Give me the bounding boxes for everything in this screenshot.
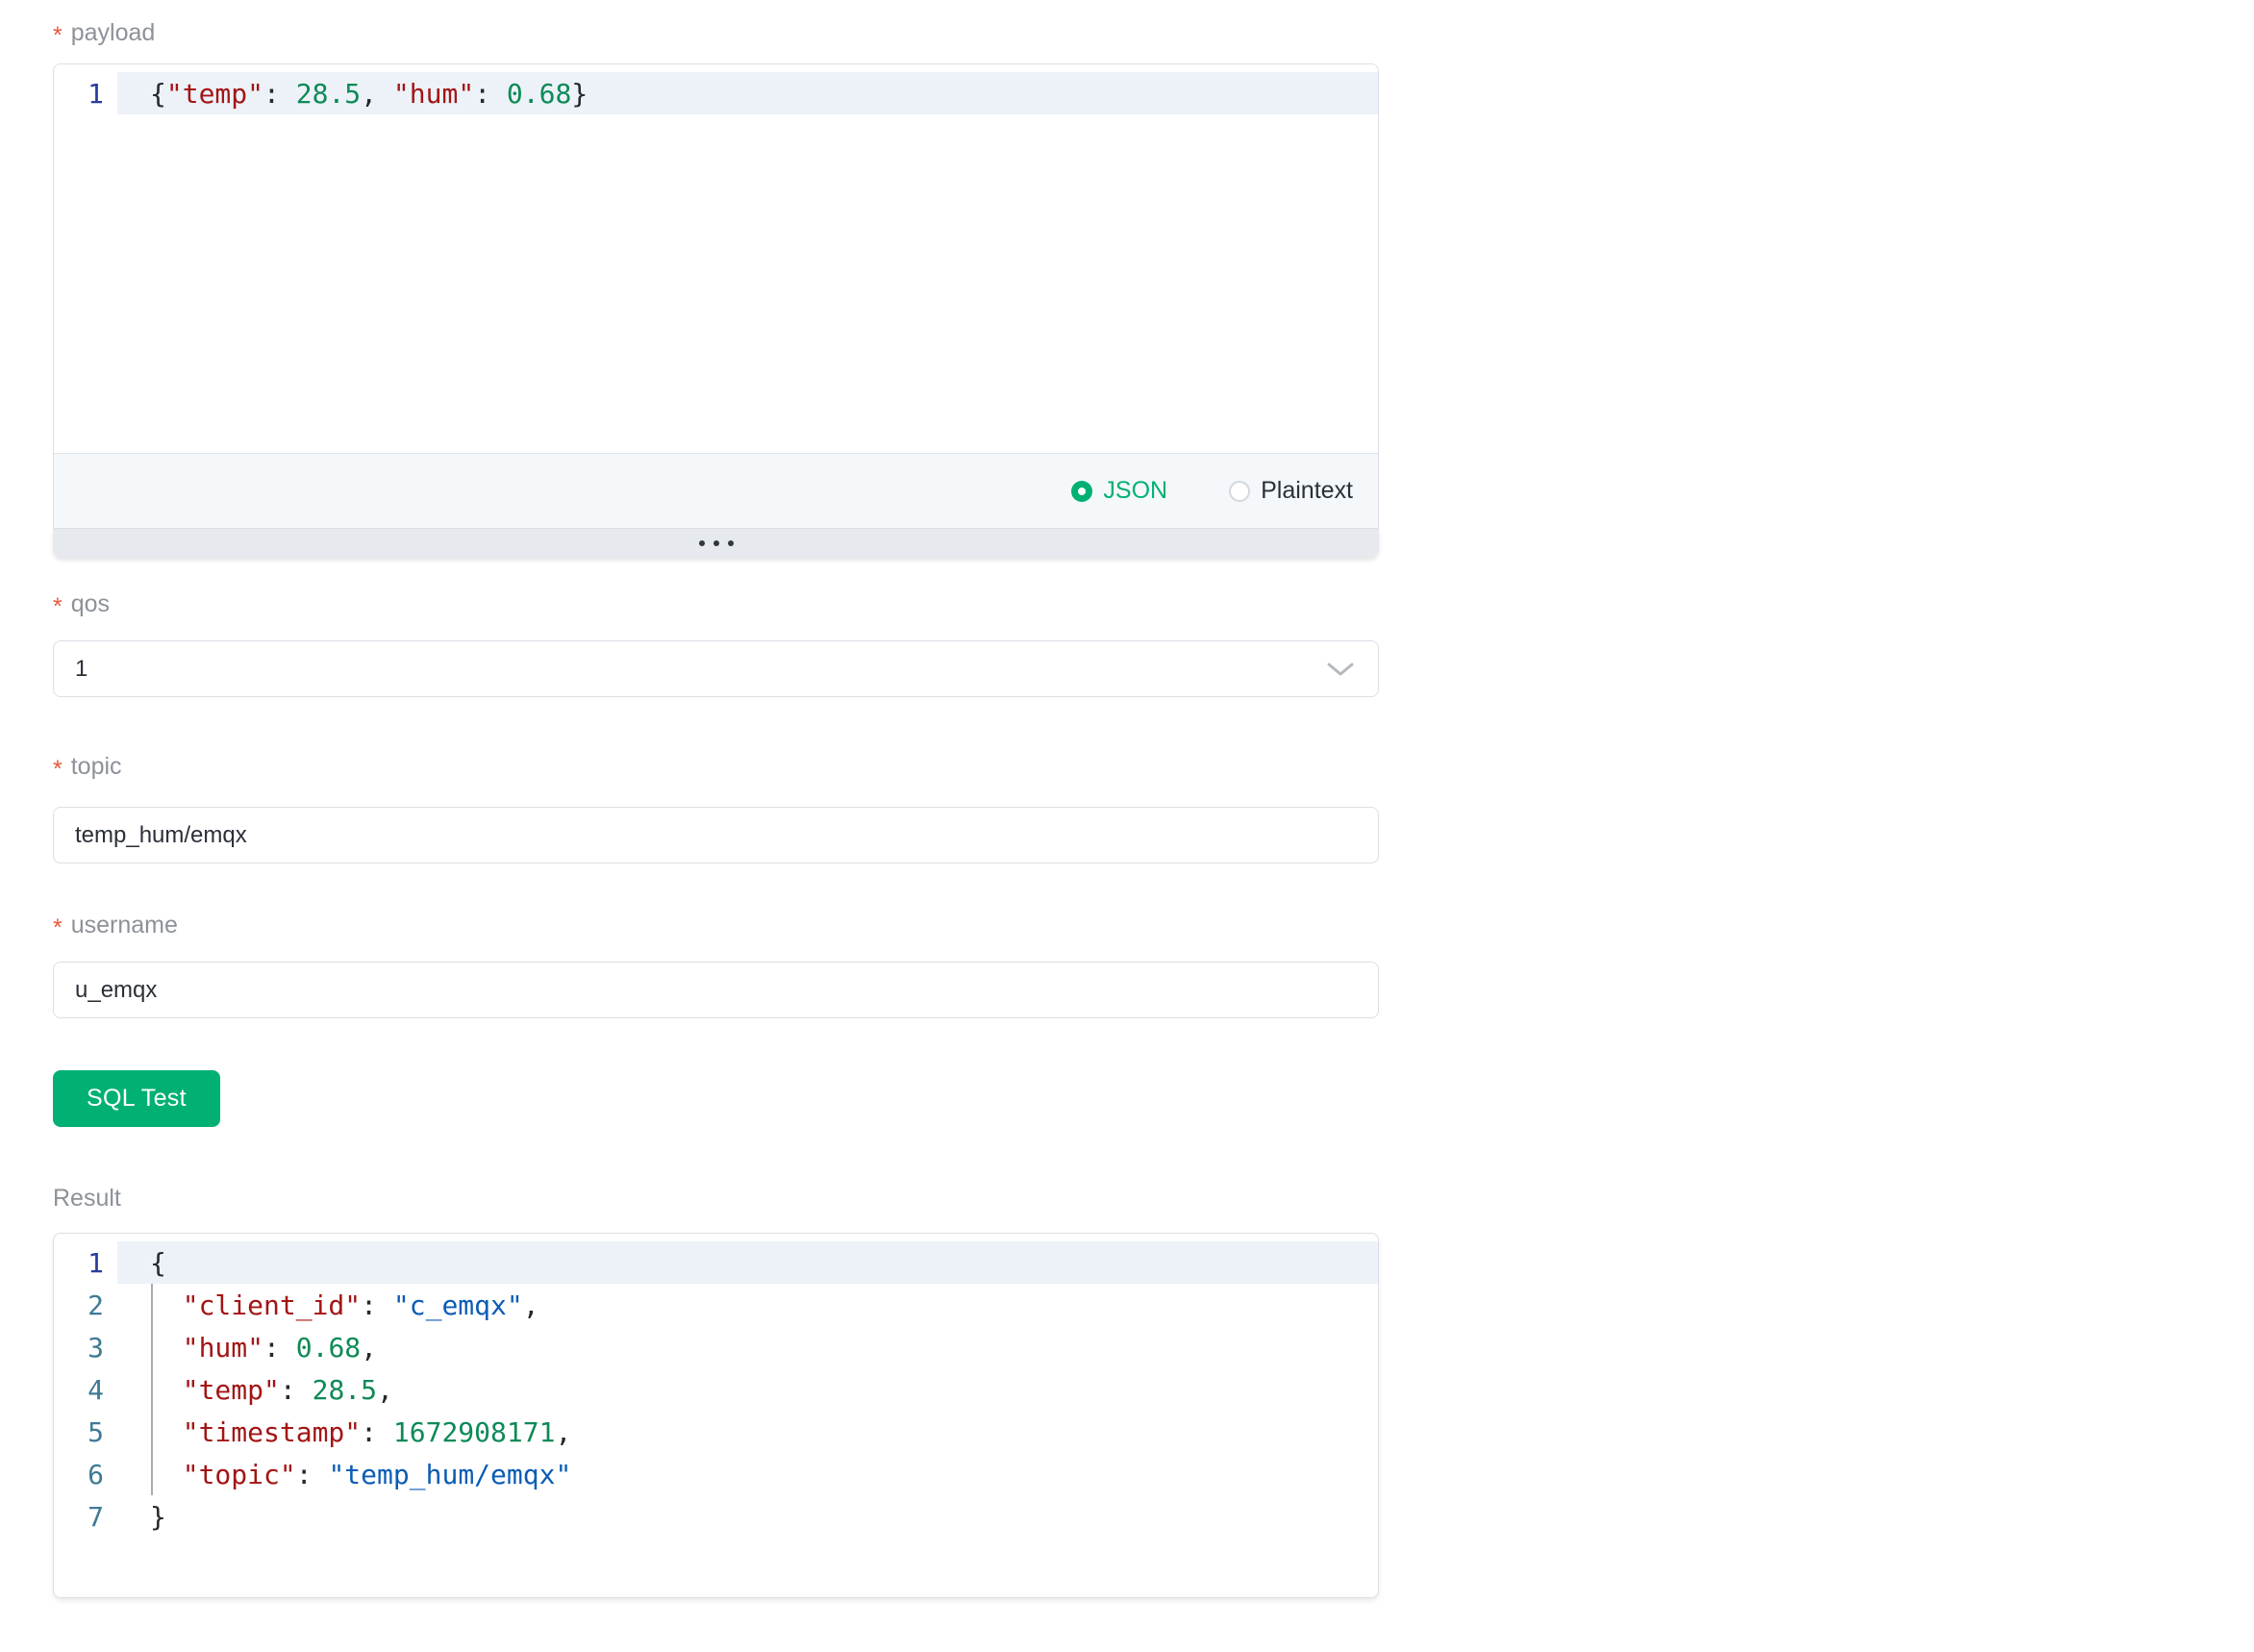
editor-resize-handle[interactable] — [53, 529, 1379, 558]
required-marker: * — [53, 595, 63, 619]
format-radio-json-label: JSON — [1103, 477, 1167, 505]
code-line-text: "timestamp": 1672908171, — [117, 1411, 1378, 1453]
qos-select[interactable]: 1 — [53, 640, 1379, 697]
payload-format-bar: JSON Plaintext — [54, 453, 1378, 528]
topic-label-text: topic — [71, 751, 122, 782]
format-radio-plaintext-label: Plaintext — [1261, 477, 1353, 505]
code-line: 5 "timestamp": 1672908171, — [54, 1411, 1378, 1453]
code-line: 4 "temp": 28.5, — [54, 1368, 1378, 1411]
format-radio-plaintext[interactable]: Plaintext — [1229, 477, 1353, 505]
sql-test-form: * payload 1{"temp": 28.5, "hum": 0.68} J… — [0, 0, 2254, 1598]
code-line: 6 "topic": "temp_hum/emqx" — [54, 1453, 1378, 1495]
qos-select-value: 1 — [75, 656, 88, 683]
line-number: 1 — [54, 1247, 117, 1279]
code-line-text: "client_id": "c_emqx", — [117, 1284, 1378, 1326]
line-number: 3 — [54, 1332, 117, 1364]
qos-label-text: qos — [71, 588, 110, 619]
topic-input[interactable] — [53, 807, 1379, 864]
code-line[interactable]: 1{"temp": 28.5, "hum": 0.68} — [54, 72, 1378, 114]
code-line: 3 "hum": 0.68, — [54, 1326, 1378, 1368]
required-marker: * — [53, 24, 63, 48]
result-label: Result — [53, 1183, 1379, 1214]
line-number: 2 — [54, 1289, 117, 1321]
line-number: 6 — [54, 1459, 117, 1490]
code-line-text: } — [117, 1495, 1378, 1538]
ellipsis-drag-handle-icon — [699, 540, 705, 546]
code-line-text: "temp": 28.5, — [117, 1368, 1378, 1411]
format-radio-json[interactable]: JSON — [1071, 477, 1167, 505]
code-line: 1{ — [54, 1241, 1378, 1284]
payload-label-text: payload — [71, 17, 156, 48]
ellipsis-drag-handle-icon — [714, 540, 719, 546]
ellipsis-drag-handle-icon — [728, 540, 734, 546]
sql-test-button[interactable]: SQL Test — [53, 1070, 220, 1127]
line-number: 7 — [54, 1501, 117, 1533]
indent-guide — [151, 1284, 153, 1495]
radio-checked-icon[interactable] — [1071, 481, 1092, 502]
radio-unchecked-icon[interactable] — [1229, 481, 1250, 502]
code-line: 7} — [54, 1495, 1378, 1538]
qos-label: * qos — [53, 588, 1379, 619]
line-number: 1 — [54, 78, 117, 110]
payload-code-editor[interactable]: 1{"temp": 28.5, "hum": 0.68} — [54, 64, 1378, 453]
payload-label: * payload — [53, 17, 1379, 48]
payload-editor-card: 1{"temp": 28.5, "hum": 0.68} JSON Plaint… — [53, 63, 1379, 529]
line-number: 5 — [54, 1416, 117, 1448]
result-label-text: Result — [53, 1183, 121, 1214]
required-marker: * — [53, 758, 63, 782]
username-label-text: username — [71, 910, 178, 940]
code-line-text: { — [117, 1241, 1378, 1284]
topic-label: * topic — [53, 751, 1379, 782]
code-line-text: {"temp": 28.5, "hum": 0.68} — [117, 72, 1378, 114]
result-code-block: 1{2 "client_id": "c_emqx",3 "hum": 0.68,… — [53, 1233, 1379, 1598]
chevron-down-icon — [1326, 661, 1355, 678]
line-number: 4 — [54, 1374, 117, 1406]
username-label: * username — [53, 910, 1379, 940]
required-marker: * — [53, 916, 63, 940]
code-line-text: "hum": 0.68, — [117, 1326, 1378, 1368]
code-line-text: "topic": "temp_hum/emqx" — [117, 1453, 1378, 1495]
code-line: 2 "client_id": "c_emqx", — [54, 1284, 1378, 1326]
username-input[interactable] — [53, 962, 1379, 1018]
